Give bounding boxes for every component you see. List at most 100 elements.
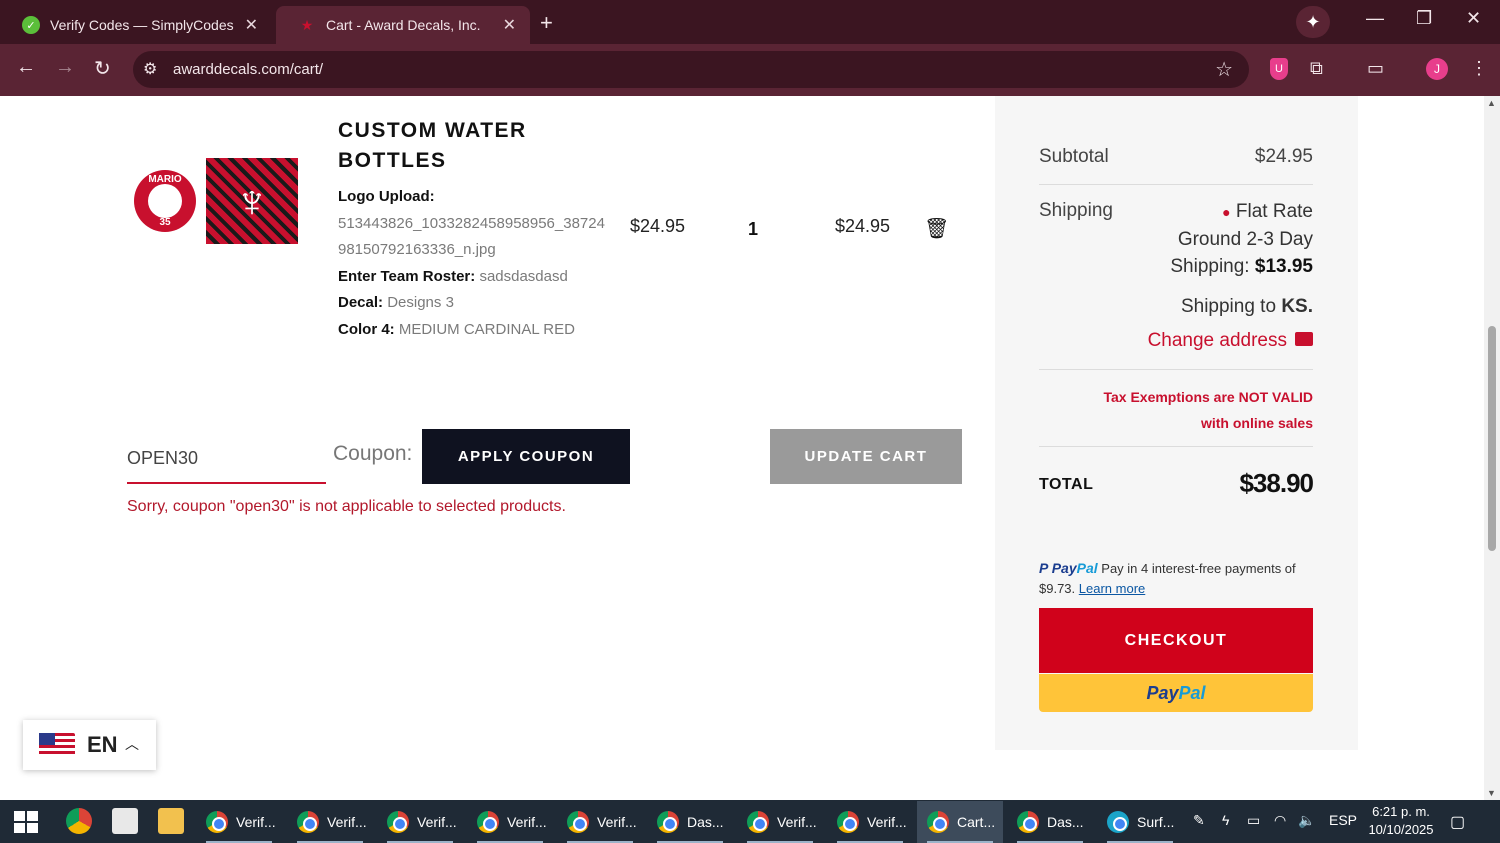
logo-upload-filename: 513443826_1033282458958956_3872498150792… <box>338 214 605 259</box>
notifications-icon[interactable]: ▢ <box>1450 812 1465 832</box>
taskbar-item[interactable]: Verif... <box>467 801 553 843</box>
tab-title: Cart - Award Decals, Inc. <box>326 17 481 33</box>
product-name[interactable]: CUSTOM WATER BOTTLES <box>338 116 598 176</box>
chrome-icon <box>927 811 949 833</box>
language-switcher[interactable]: EN ︿ <box>23 720 156 770</box>
address-bar[interactable]: ⚙ awarddecals.com/cart/ ☆ <box>133 51 1249 88</box>
product-image-logo[interactable]: ♆ <box>206 158 298 244</box>
windows-taskbar: Verif... Verif... Verif... Verif... Veri… <box>0 800 1500 843</box>
taskbar-item[interactable]: Verif... <box>737 801 823 843</box>
chrome-icon <box>387 811 409 833</box>
product-options: Logo Upload: 513443826_1033282458958956_… <box>338 184 608 343</box>
shipping-label: Shipping <box>1039 200 1113 221</box>
logo-upload-row: Logo Upload: <box>338 188 435 205</box>
tab-search-icon[interactable]: ▭ <box>1367 58 1384 79</box>
total-value: $38.90 <box>1239 468 1314 498</box>
input-language[interactable]: ESP <box>1329 812 1357 828</box>
back-arrow-icon[interactable]: ← <box>16 56 36 79</box>
minimize-icon[interactable]: — <box>1366 8 1384 29</box>
scroll-down-icon[interactable]: ▼ <box>1487 788 1496 798</box>
language-code: EN <box>87 732 118 757</box>
battery-icon[interactable]: ▭ <box>1247 812 1260 829</box>
chrome-icon <box>477 811 499 833</box>
close-tab-icon[interactable]: ✕ <box>245 15 258 35</box>
taskbar-item[interactable]: Verif... <box>287 801 373 843</box>
decal-center <box>148 184 182 218</box>
subtotal-label: Subtotal <box>1039 146 1109 167</box>
taskbar-item[interactable]: Verif... <box>377 801 463 843</box>
chrome-icon <box>567 811 589 833</box>
wifi-icon[interactable]: ◠ <box>1274 812 1286 829</box>
subtotal-value: $24.95 <box>1254 146 1313 167</box>
unit-price: $24.95 <box>630 216 686 236</box>
total-label: TOTAL <box>1039 476 1094 493</box>
chrome-icon <box>206 811 228 833</box>
menu-kebab-icon[interactable]: ⋮ <box>1470 58 1488 79</box>
profile-avatar[interactable]: J <box>1426 58 1448 80</box>
taskbar-item[interactable]: Verif... <box>196 801 282 843</box>
cart-page: MARIO 35 ♆ CUSTOM WATER BOTTLES Logo Upl… <box>0 96 1484 800</box>
checkout-button[interactable]: CHECKOUT <box>1039 608 1313 673</box>
tax-exemption-note: Tax Exemptions are NOT VALID with online… <box>1103 389 1313 431</box>
shipping-destination: Shipping to KS. <box>1180 296 1313 317</box>
shipping-cost: $13.95 <box>1254 256 1313 277</box>
chrome-icon <box>837 811 859 833</box>
radio-dot-icon: ● <box>1222 204 1231 220</box>
new-tab-icon[interactable]: + <box>540 10 553 36</box>
line-subtotal: $24.95 <box>835 216 891 236</box>
gemini-icon[interactable]: ✦ <box>1296 6 1330 38</box>
url-text[interactable]: awarddecals.com/cart/ <box>173 61 323 78</box>
window-close-icon[interactable]: ✕ <box>1466 8 1481 29</box>
taskbar-item[interactable]: Surf... <box>1097 801 1183 843</box>
surfshark-icon <box>1107 811 1129 833</box>
tab-simplycodes[interactable]: ✓ Verify Codes — SimplyCodes ✕ <box>0 6 272 44</box>
chrome-pinned-icon[interactable] <box>66 808 92 834</box>
forward-arrow-icon[interactable]: → <box>55 56 75 79</box>
volume-icon[interactable]: 🔈 <box>1298 812 1315 829</box>
divider <box>1039 369 1313 370</box>
windows-start-icon[interactable] <box>14 811 38 833</box>
divider <box>1039 184 1313 185</box>
truck-icon <box>1295 332 1313 346</box>
us-flag-icon <box>39 733 75 757</box>
taskbar-item[interactable]: Das... <box>1007 801 1093 843</box>
roster-row: Enter Team Roster: sadsdasdasd <box>338 267 568 285</box>
divider <box>1039 446 1313 447</box>
bookmark-star-icon[interactable]: ☆ <box>1215 57 1233 82</box>
shipping-method[interactable]: ● Flat Rate Ground 2-3 Day Shipping: $13… <box>1155 198 1313 280</box>
taskbar-item[interactable]: Verif... <box>827 801 913 843</box>
file-explorer-icon[interactable] <box>158 808 184 834</box>
calculator-icon[interactable] <box>112 808 138 834</box>
site-info-icon[interactable]: ⚙ <box>143 59 157 79</box>
taskbar-item-active[interactable]: Cart... <box>917 801 1003 843</box>
paypal-checkout-button[interactable]: PayPal <box>1039 674 1313 712</box>
taskbar-item[interactable]: Verif... <box>557 801 643 843</box>
scrollbar-thumb[interactable] <box>1488 326 1496 551</box>
coupon-label: Coupon: <box>333 442 413 465</box>
chrome-icon <box>1017 811 1039 833</box>
chevron-up-icon: ︿ <box>125 736 139 752</box>
apply-coupon-button[interactable]: APPLY COUPON <box>422 429 630 484</box>
app-tray-icon[interactable]: ϟ <box>1222 812 1229 828</box>
reload-icon[interactable]: ↻ <box>94 56 111 81</box>
extensions-puzzle-icon[interactable]: ⧉ <box>1310 58 1323 79</box>
scroll-up-icon[interactable]: ▲ <box>1487 98 1496 108</box>
tab-award-decals-cart[interactable]: ★ Cart - Award Decals, Inc. ✕ <box>276 6 530 44</box>
restore-icon[interactable]: ❐ <box>1416 8 1432 29</box>
system-clock[interactable]: 6:21 p. m. 10/10/2025 <box>1366 803 1436 839</box>
taskbar-item[interactable]: Das... <box>647 801 733 843</box>
extension-shield-icon[interactable]: U <box>1270 58 1288 80</box>
pen-icon[interactable]: ✎ <box>1193 812 1205 829</box>
page-scrollbar[interactable]: ▲ ▼ <box>1484 96 1500 800</box>
quantity-value[interactable]: 1 <box>748 219 758 240</box>
coupon-code-input[interactable] <box>127 434 326 484</box>
coupon-error-message: Sorry, coupon "open30" is not applicable… <box>127 498 566 515</box>
remove-item-trash-icon[interactable]: 🗑 <box>924 216 949 241</box>
close-tab-icon[interactable]: ✕ <box>503 15 516 35</box>
change-address-link[interactable]: Change address <box>1095 330 1313 352</box>
learn-more-link[interactable]: Learn more <box>1079 581 1145 596</box>
decal-name-text: MARIO <box>148 174 182 185</box>
update-cart-button[interactable]: UPDATE CART <box>770 429 962 484</box>
paypal-logo-icon: P PayPal <box>1039 560 1098 576</box>
product-image-round-decal[interactable]: MARIO 35 <box>134 170 196 232</box>
